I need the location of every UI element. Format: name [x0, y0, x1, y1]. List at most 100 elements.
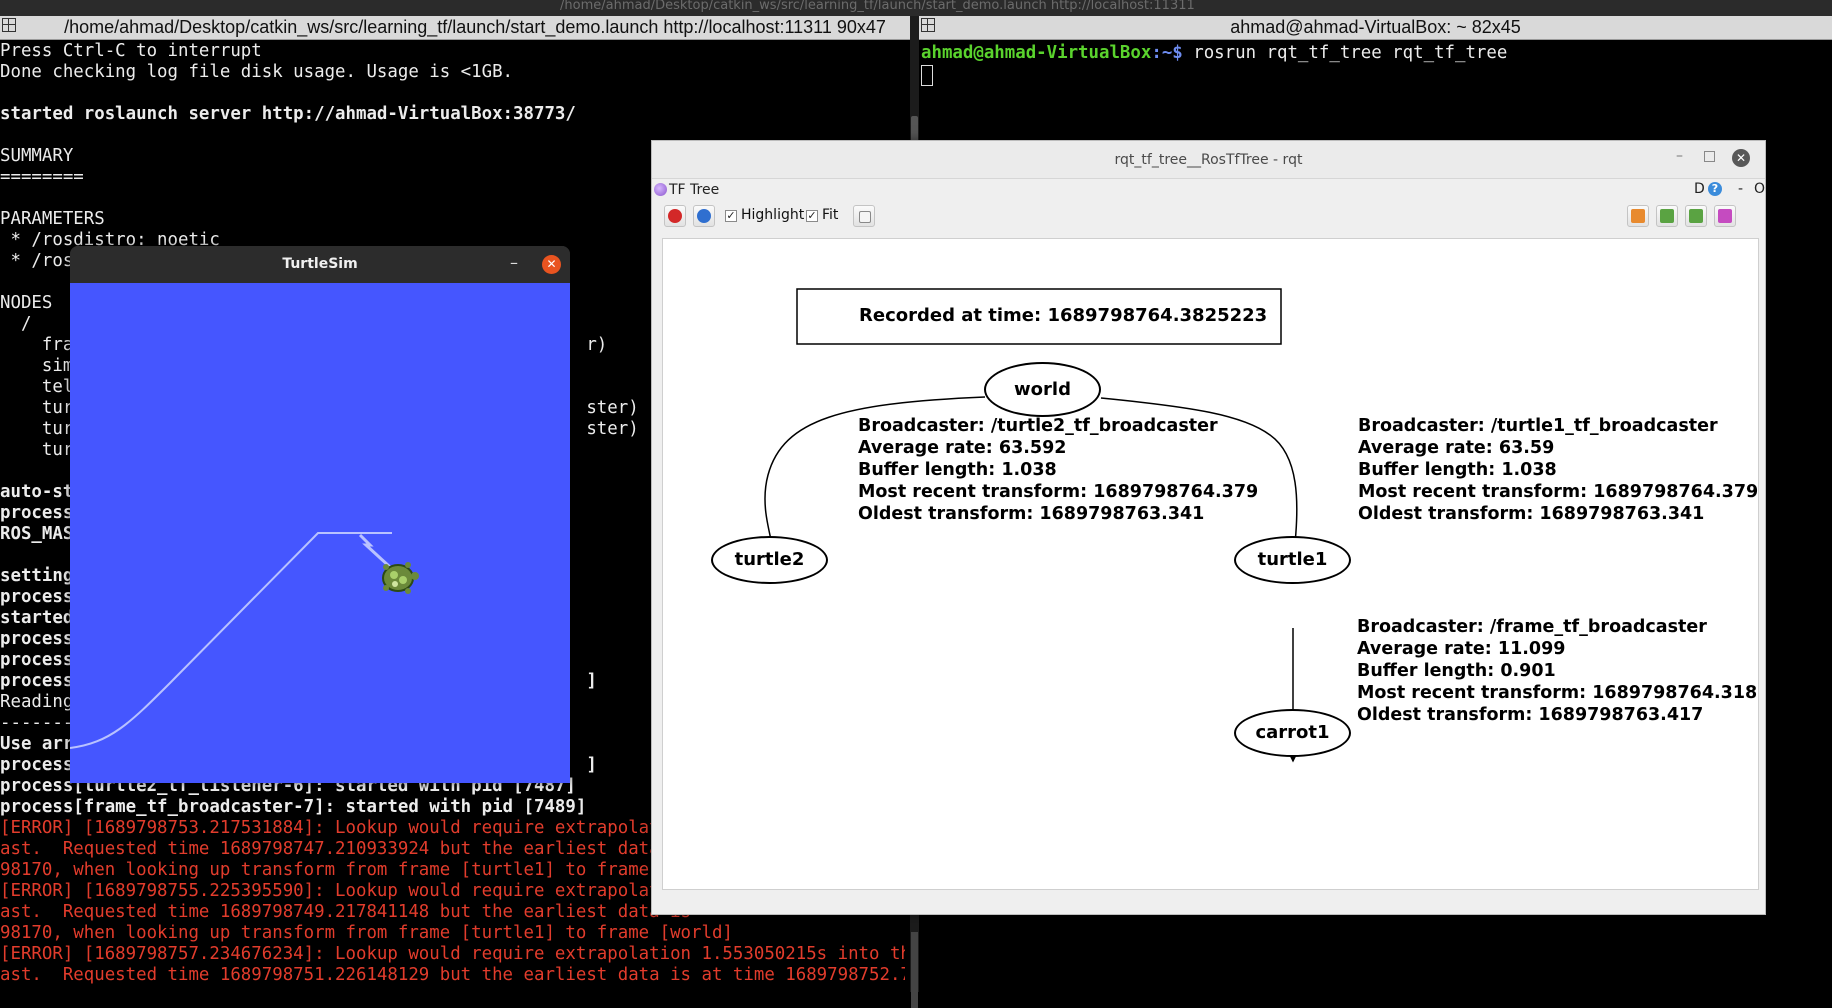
desktop-top-bar: /home/ahmad/Desktop/catkin_ws/src/learni…	[0, 0, 1832, 16]
terminal-line: process	[0, 629, 74, 649]
left-terminal-title: /home/ahmad/Desktop/catkin_ws/src/learni…	[64, 17, 886, 37]
terminal-line: process	[0, 650, 74, 670]
terminal-line: process	[0, 503, 74, 523]
dock-d-button[interactable]: D	[1694, 181, 1705, 197]
terminal-line: Reading	[0, 692, 74, 712]
right-terminal-title: ahmad@ahmad-VirtualBox: ~ 82x45	[1230, 17, 1521, 37]
edge-average-rate: Average rate: 63.592	[858, 438, 1067, 458]
clear-button[interactable]	[664, 205, 686, 227]
turtlesim-window[interactable]: TurtleSim – ✕	[69, 246, 570, 783]
save-image-button[interactable]	[1714, 205, 1736, 227]
terminal-error-line: ast. Requested time 1689798747.210933924…	[0, 839, 692, 859]
fit-in-view-button[interactable]	[853, 205, 875, 227]
turtlesim-title: TurtleSim	[282, 256, 358, 272]
terminal-error-line: 98170, when looking up transform from fr…	[0, 860, 692, 880]
left-terminal-titlebar[interactable]: /home/ahmad/Desktop/catkin_ws/src/learni…	[0, 16, 910, 40]
edge-most-recent: Most recent transform: 1689798764.379	[1358, 482, 1759, 502]
scrollbar-thumb-lower[interactable]	[911, 932, 918, 1008]
terminal-error-line: ast. Requested time 1689798749.217841148…	[0, 902, 692, 922]
dock-options-button[interactable]: O	[1754, 181, 1765, 197]
terminal-line: NODES	[0, 293, 53, 313]
fit-label: Fit	[822, 207, 839, 223]
highlight-label: Highlight	[741, 207, 805, 223]
edge-label-turtle1: Broadcaster: /turtle1_tf_broadcaster Ave…	[1358, 415, 1758, 525]
edge-buffer-length: Buffer length: 1.038	[858, 460, 1057, 480]
highlight-checkbox[interactable]: ✓	[725, 210, 737, 222]
terminal-cursor	[921, 65, 933, 86]
terminal-line: -------	[0, 713, 74, 733]
rqt-titlebar[interactable]: rqt_tf_tree__RosTfTree - rqt – ✕	[652, 141, 1765, 179]
edge-most-recent: Most recent transform: 1689798764.379	[858, 482, 1259, 502]
edge-most-recent: Most recent transform: 1689798764.318	[1357, 683, 1758, 703]
save-dot-icon	[1660, 209, 1674, 223]
save-dot-button[interactable]	[1656, 205, 1678, 227]
edge-buffer-length: Buffer length: 1.038	[1358, 460, 1557, 480]
save-svg-icon	[1689, 209, 1703, 223]
terminal-error-line: 98170, when looking up transform from fr…	[0, 923, 733, 943]
minimize-icon[interactable]: –	[510, 253, 518, 272]
terminal-line: tel	[0, 377, 74, 397]
edge-label-carrot1: Broadcaster: /frame_tf_broadcaster Avera…	[1357, 616, 1757, 726]
terminal-line: Done checking log file disk usage. Usage…	[0, 62, 514, 82]
terminal-line: started roslaunch server http://ahmad-Vi…	[0, 104, 576, 124]
close-icon[interactable]: ✕	[1732, 149, 1750, 167]
edge-oldest: Oldest transform: 1689798763.341	[1358, 504, 1705, 524]
terminal-error-line: [ERROR] [1689798753.217531884]: Lookup w…	[0, 818, 692, 838]
minimize-icon[interactable]: –	[1676, 148, 1683, 164]
terminal-line: started	[0, 608, 74, 628]
terminal-line: sim	[0, 356, 74, 376]
terminal-line: PARAMETERS	[0, 209, 105, 229]
turtle2-path	[358, 533, 392, 569]
terminal-line: /	[0, 314, 32, 334]
turtlesim-titlebar[interactable]: TurtleSim – ✕	[70, 246, 570, 283]
edge-oldest: Oldest transform: 1689798763.417	[1357, 705, 1704, 725]
tf-node-world[interactable]: world	[984, 362, 1101, 417]
edge-average-rate: Average rate: 63.59	[1358, 438, 1555, 458]
fit-checkbox[interactable]: ✓	[806, 210, 818, 222]
turtlesim-canvas	[69, 283, 570, 783]
edge-average-rate: Average rate: 11.099	[1357, 639, 1566, 659]
right-terminal-titlebar[interactable]: ahmad@ahmad-VirtualBox: ~ 82x45	[919, 16, 1832, 40]
edge-broadcaster: Broadcaster: /turtle1_tf_broadcaster	[1358, 416, 1718, 436]
tf-node-turtle1[interactable]: turtle1	[1234, 536, 1351, 584]
turtle-path-canvas	[69, 532, 419, 749]
terminal-line: process[frame_tf_broadcaster-7]: started…	[0, 797, 587, 817]
dock-minimize-button[interactable]: -	[1738, 181, 1743, 197]
tf-node-turtle2[interactable]: turtle2	[711, 536, 828, 584]
maximize-icon[interactable]	[1704, 151, 1715, 162]
close-icon[interactable]: ✕	[542, 255, 561, 274]
terminal-error-line: [ERROR] [1689798755.225395590]: Lookup w…	[0, 881, 692, 901]
terminal-line: Use arr	[0, 734, 74, 754]
tf-tree-toolbar: ✓ Highlight ✓ Fit	[652, 202, 1765, 232]
prompt-path: :~$	[1151, 43, 1183, 63]
refresh-button[interactable]	[693, 205, 715, 227]
save-svg-button[interactable]	[1685, 205, 1707, 227]
terminal-error-line: ast. Requested time 1689798751.226148129…	[0, 965, 905, 985]
rqt-window[interactable]: rqt_tf_tree__RosTfTree - rqt – ✕ TF Tree…	[651, 140, 1766, 915]
terminal-line: * /ros	[0, 251, 74, 271]
recorded-time: Recorded at time: 1689798764.3825223	[859, 305, 1268, 326]
load-dot-button[interactable]	[1627, 205, 1649, 227]
edge-label-turtle2: Broadcaster: /turtle2_tf_broadcaster Ave…	[858, 415, 1258, 525]
edge-oldest: Oldest transform: 1689798763.341	[858, 504, 1205, 524]
terminal-line: auto-st	[0, 482, 74, 502]
tf-tree-graph[interactable]: Recorded at time: 1689798764.3825223 wor…	[662, 238, 1759, 890]
tf-tree-dock-header: TF Tree D ? - O	[652, 178, 1765, 202]
terminal-line: process	[0, 587, 74, 607]
refresh-icon	[697, 209, 711, 223]
folder-icon	[1631, 209, 1645, 223]
dock-title: TF Tree	[669, 182, 720, 198]
edge-broadcaster: Broadcaster: /turtle2_tf_broadcaster	[858, 416, 1218, 436]
help-icon[interactable]: ?	[1708, 182, 1722, 196]
terminal-line: tur	[0, 440, 74, 460]
terminal-line: SUMMARY	[0, 146, 74, 166]
edge-broadcaster: Broadcaster: /frame_tf_broadcaster	[1357, 617, 1707, 637]
tf-node-carrot1[interactable]: carrot1	[1234, 709, 1351, 757]
prompt-command: rosrun rqt_tf_tree rqt_tf_tree	[1182, 43, 1508, 63]
fit-view-icon	[859, 211, 871, 223]
rqt-plugin-icon	[654, 183, 667, 196]
terminal-line: Press Ctrl-C to interrupt	[0, 41, 262, 61]
stop-icon	[668, 209, 682, 223]
top-bar-text: /home/ahmad/Desktop/catkin_ws/src/learni…	[560, 0, 1195, 13]
terminal-prompt-line: ahmad@ahmad-VirtualBox:~$ rosrun rqt_tf_…	[921, 43, 1507, 64]
